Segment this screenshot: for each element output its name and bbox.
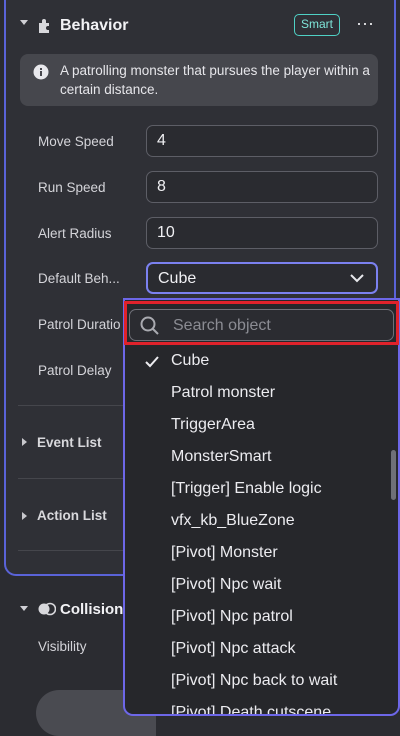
collision-title: Collision: [60, 601, 124, 618]
expand-arrow-icon[interactable]: [22, 512, 27, 520]
description-text: A patrolling monster that pursues the pl…: [60, 63, 370, 97]
search-highlight-box: [124, 301, 399, 345]
dropdown-scrollbar[interactable]: [391, 450, 396, 500]
action-list-label[interactable]: Action List: [37, 508, 107, 523]
option-pivot-monster[interactable]: [Pivot] Monster: [171, 544, 278, 562]
puzzle-icon: [39, 19, 49, 33]
info-icon: [33, 64, 49, 80]
move-speed-label: Move Speed: [38, 134, 114, 149]
move-speed-input[interactable]: 4: [146, 125, 378, 157]
default-behavior-value: Cube: [158, 270, 197, 287]
object-dropdown: Search object Cube Patrol monster Trigge…: [123, 298, 400, 716]
run-speed-input[interactable]: 8: [146, 171, 378, 203]
alert-radius-input[interactable]: 10: [146, 217, 378, 249]
smart-badge: Smart: [294, 14, 340, 36]
alert-radius-label: Alert Radius: [38, 226, 112, 241]
option-vfx-bluezone[interactable]: vfx_kb_BlueZone: [171, 512, 295, 530]
patrol-delay-label: Patrol Delay: [38, 363, 112, 378]
description-box: A patrolling monster that pursues the pl…: [20, 54, 378, 106]
option-trigger-enable-logic[interactable]: [Trigger] Enable logic: [171, 480, 322, 498]
collapse-chevron-icon[interactable]: [20, 20, 28, 25]
chevron-down-icon: [350, 274, 364, 283]
option-pivot-npc-attack[interactable]: [Pivot] Npc attack: [171, 640, 296, 658]
option-cube[interactable]: Cube: [171, 352, 209, 370]
option-pivot-npc-wait[interactable]: [Pivot] Npc wait: [171, 576, 281, 594]
visibility-label: Visibility: [38, 639, 87, 654]
collision-icon: [38, 602, 56, 616]
default-behavior-select[interactable]: Cube: [146, 262, 378, 294]
option-pivot-npc-back-to-wait[interactable]: [Pivot] Npc back to wait: [171, 672, 337, 690]
expand-arrow-icon[interactable]: [22, 438, 27, 446]
patrol-duration-label: Patrol Duratio: [38, 317, 121, 332]
option-patrol-monster[interactable]: Patrol monster: [171, 384, 275, 402]
more-options-icon[interactable]: ⋯: [356, 14, 374, 35]
option-trigger-area[interactable]: TriggerArea: [171, 416, 255, 434]
collapse-chevron-icon[interactable]: [20, 606, 28, 611]
default-behavior-label: Default Beh...: [38, 271, 120, 286]
behavior-title: Behavior: [60, 17, 129, 34]
option-monster-smart[interactable]: MonsterSmart: [171, 448, 271, 466]
option-pivot-npc-patrol[interactable]: [Pivot] Npc patrol: [171, 608, 293, 626]
run-speed-label: Run Speed: [38, 180, 106, 195]
event-list-label[interactable]: Event List: [37, 435, 102, 450]
option-pivot-death-cutscene[interactable]: [Pivot] Death cutscene: [171, 704, 331, 714]
checkmark-icon: [145, 356, 159, 368]
